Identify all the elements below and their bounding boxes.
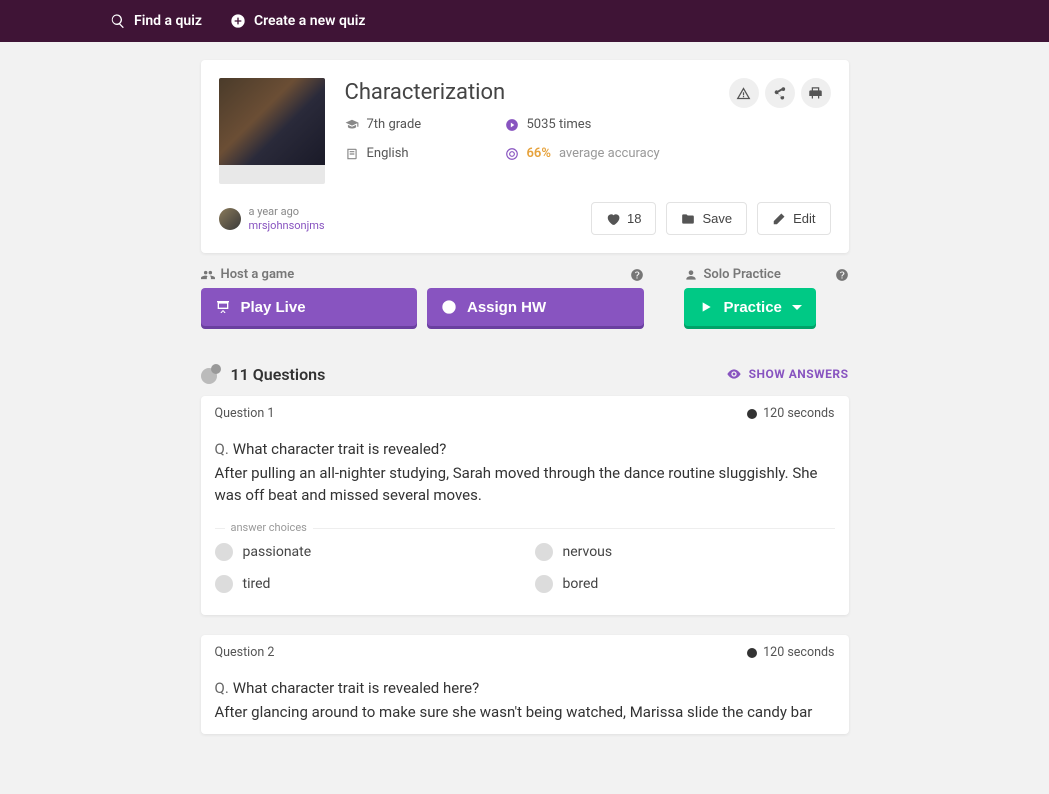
folder-icon xyxy=(681,212,695,226)
people-icon xyxy=(201,268,215,282)
quiz-accuracy: 66% average accuracy xyxy=(505,146,831,161)
pencil-icon xyxy=(772,212,786,226)
eye-icon xyxy=(726,366,742,382)
answer-choice: bored xyxy=(535,575,835,593)
question-prompt: What character trait is revealed here? xyxy=(233,679,479,697)
play-icon xyxy=(698,299,714,315)
question-stem: Q. xyxy=(215,440,229,458)
choice-dot-icon xyxy=(215,575,233,593)
find-quiz-label: Find a quiz xyxy=(134,13,202,29)
report-button[interactable] xyxy=(729,78,759,108)
quiz-grade: 7th grade xyxy=(345,117,505,132)
search-icon xyxy=(110,13,126,29)
quiz-thumbnail xyxy=(219,78,325,184)
practice-button[interactable]: Practice xyxy=(684,288,816,326)
play-live-button[interactable]: Play Live xyxy=(201,288,418,326)
quiz-plays: 5035 times xyxy=(505,117,831,132)
question-time: 120 seconds xyxy=(746,406,834,421)
create-quiz-link[interactable]: Create a new quiz xyxy=(230,13,365,29)
answer-choices-label: answer choices xyxy=(215,528,835,529)
warning-icon xyxy=(736,86,751,101)
question-time: 120 seconds xyxy=(746,645,834,660)
share-button[interactable] xyxy=(765,78,795,108)
help-icon[interactable] xyxy=(630,268,644,282)
quiz-header-card: Characterization 7th grade 5035 times En… xyxy=(201,60,849,253)
like-button[interactable]: 18 xyxy=(591,202,656,235)
question-stimulus: After glancing around to make sure she w… xyxy=(215,702,835,724)
host-game-label: Host a game xyxy=(221,267,295,282)
author-info: a year ago mrsjohnsonjms xyxy=(219,205,325,233)
questions-count: 11 Questions xyxy=(231,365,326,384)
share-icon xyxy=(772,86,787,101)
answer-choice: tired xyxy=(215,575,515,593)
save-button[interactable]: Save xyxy=(666,202,747,235)
create-quiz-label: Create a new quiz xyxy=(254,13,365,29)
answer-choice: passionate xyxy=(215,543,515,561)
clock-icon xyxy=(441,299,457,315)
clock-icon xyxy=(746,647,758,659)
show-answers-button[interactable]: SHOW ANSWERS xyxy=(726,366,849,382)
edit-button[interactable]: Edit xyxy=(757,202,830,235)
chevron-down-icon xyxy=(792,305,802,310)
help-icon[interactable] xyxy=(835,268,849,282)
assign-hw-button[interactable]: Assign HW xyxy=(427,288,644,326)
question-number: Question 2 xyxy=(215,645,275,660)
topbar: Find a quiz Create a new quiz xyxy=(0,0,1049,42)
question-number: Question 1 xyxy=(215,406,275,421)
book-icon xyxy=(345,147,359,161)
author-time: a year ago xyxy=(249,205,325,219)
choice-dot-icon xyxy=(215,543,233,561)
print-button[interactable] xyxy=(801,78,831,108)
avatar xyxy=(219,208,241,230)
heart-icon xyxy=(606,212,620,226)
graduation-cap-icon xyxy=(345,118,359,132)
play-circle-icon xyxy=(505,118,519,132)
questions-badge-icon xyxy=(201,364,221,384)
choice-dot-icon xyxy=(535,543,553,561)
print-icon xyxy=(808,86,823,101)
quiz-subject: English xyxy=(345,146,505,161)
question-card: Question 2 120 seconds Q.What character … xyxy=(201,635,849,734)
target-icon xyxy=(505,147,519,161)
author-name[interactable]: mrsjohnsonjms xyxy=(249,219,325,233)
question-stem: Q. xyxy=(215,679,229,697)
plus-circle-icon xyxy=(230,13,246,29)
presentation-icon xyxy=(215,299,231,315)
solo-practice-label: Solo Practice xyxy=(704,267,781,282)
question-prompt: What character trait is revealed? xyxy=(233,440,447,458)
user-icon xyxy=(684,268,698,282)
answer-choice: nervous xyxy=(535,543,835,561)
clock-icon xyxy=(746,408,758,420)
question-card: Question 1 120 seconds Q.What character … xyxy=(201,396,849,615)
find-quiz-link[interactable]: Find a quiz xyxy=(110,13,202,29)
choice-dot-icon xyxy=(535,575,553,593)
question-stimulus: After pulling an all-nighter studying, S… xyxy=(215,463,835,507)
